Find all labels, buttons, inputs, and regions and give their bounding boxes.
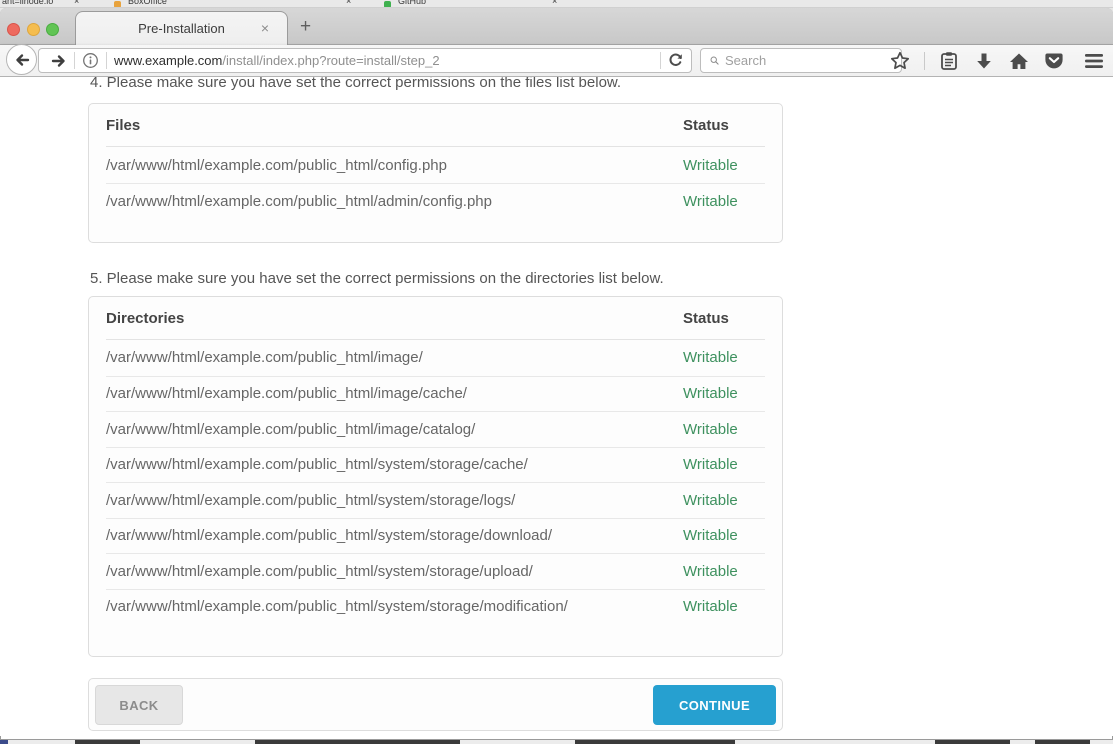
files-table-header: Files Status — [106, 104, 765, 147]
files-table-rows: /var/www/html/example.com/public_html/co… — [106, 147, 765, 219]
divider — [106, 52, 107, 69]
status-column-header: Status — [683, 117, 765, 134]
background-window-bottom-sliver — [0, 740, 1113, 744]
forward-icon — [51, 53, 67, 69]
table-row: /var/www/html/example.com/public_html/sy… — [106, 553, 765, 589]
background-window-top-sliver: ant=linode.lo × BoxOffice × GitHub × — [0, 0, 1113, 8]
background-tab-close-icon: × — [346, 0, 351, 6]
background-tab-close-icon: × — [552, 0, 557, 6]
directory-path: /var/www/html/example.com/public_html/sy… — [106, 492, 683, 509]
status-badge: Writable — [683, 385, 765, 402]
continue-button[interactable]: CONTINUE — [653, 685, 776, 725]
background-tab-favicon — [114, 1, 121, 8]
background-tab-fragment: GitHub — [398, 0, 426, 6]
tab-title: Pre-Installation — [138, 21, 225, 36]
action-button-panel: BACK CONTINUE — [88, 678, 783, 731]
forward-button[interactable] — [51, 53, 67, 69]
table-row: /var/www/html/example.com/public_html/co… — [106, 147, 765, 183]
divider — [660, 52, 661, 69]
window-zoom-button[interactable] — [46, 23, 59, 36]
status-badge: Writable — [683, 563, 765, 580]
bookmark-star-button[interactable] — [889, 50, 911, 72]
status-badge: Writable — [683, 157, 765, 174]
window-minimize-button[interactable] — [27, 23, 40, 36]
table-row: /var/www/html/example.com/public_html/sy… — [106, 482, 765, 518]
background-tab-fragment: BoxOffice — [128, 0, 167, 6]
toolbar-icon-group — [889, 45, 1105, 77]
reading-list-icon — [940, 51, 958, 71]
back-button[interactable] — [6, 44, 37, 75]
back-step-button[interactable]: BACK — [95, 685, 183, 725]
status-badge: Writable — [683, 598, 765, 615]
reload-icon — [668, 53, 683, 68]
status-column-header: Status — [683, 310, 765, 327]
status-badge: Writable — [683, 193, 765, 210]
page-content: 4. Please make sure you have set the cor… — [0, 77, 1113, 736]
bookmark-star-icon — [890, 51, 910, 71]
directory-path: /var/www/html/example.com/public_html/im… — [106, 349, 683, 366]
directory-path: /var/www/html/example.com/public_html/sy… — [106, 598, 683, 615]
step4-instruction: 4. Please make sure you have set the cor… — [90, 77, 621, 91]
menu-button[interactable] — [1083, 50, 1105, 72]
file-path: /var/www/html/example.com/public_html/ad… — [106, 193, 683, 210]
status-badge: Writable — [683, 527, 765, 544]
search-icon — [710, 53, 719, 68]
table-row: /var/www/html/example.com/public_html/sy… — [106, 447, 765, 483]
screenshot-root: ant=linode.lo × BoxOffice × GitHub × Pre… — [0, 0, 1113, 744]
directory-path: /var/www/html/example.com/public_html/im… — [106, 385, 683, 402]
home-icon — [1009, 52, 1029, 70]
url-domain: www.example.com — [114, 53, 222, 68]
directories-table-header: Directories Status — [106, 297, 765, 340]
files-table: Files Status /var/www/html/example.com/p… — [88, 103, 783, 243]
directory-path: /var/www/html/example.com/public_html/im… — [106, 421, 683, 438]
back-icon — [14, 52, 30, 68]
tab-pre-installation[interactable]: Pre-Installation × — [75, 11, 288, 45]
directories-column-header: Directories — [106, 310, 683, 327]
file-path: /var/www/html/example.com/public_html/co… — [106, 157, 683, 174]
search-input[interactable] — [725, 53, 901, 68]
menu-icon — [1084, 53, 1104, 69]
table-row: /var/www/html/example.com/public_html/im… — [106, 376, 765, 412]
status-badge: Writable — [683, 456, 765, 473]
navigation-toolbar: www.example.com/install/index.php?route=… — [0, 45, 1113, 77]
download-icon — [975, 52, 993, 71]
status-badge: Writable — [683, 492, 765, 509]
step5-instruction: 5. Please make sure you have set the cor… — [90, 270, 664, 287]
browser-window: Pre-Installation × + — [0, 8, 1113, 740]
directories-table-rows: /var/www/html/example.com/public_html/im… — [106, 340, 765, 624]
url-bar[interactable]: www.example.com/install/index.php?route=… — [38, 48, 692, 73]
background-tab-close-icon: × — [74, 0, 79, 6]
directory-path: /var/www/html/example.com/public_html/sy… — [106, 563, 683, 580]
table-row: /var/www/html/example.com/public_html/sy… — [106, 589, 765, 625]
directory-path: /var/www/html/example.com/public_html/sy… — [106, 527, 683, 544]
background-tab-favicon — [384, 1, 391, 8]
table-row: /var/www/html/example.com/public_html/im… — [106, 411, 765, 447]
tab-close-icon[interactable]: × — [261, 20, 269, 36]
search-bar[interactable] — [700, 48, 902, 73]
url-text[interactable]: www.example.com/install/index.php?route=… — [114, 53, 653, 68]
divider — [74, 52, 75, 69]
background-tab-fragment: ant=linode.lo — [2, 0, 53, 6]
tab-bar: Pre-Installation × + — [0, 8, 1113, 45]
url-path: /install/index.php?route=install/step_2 — [222, 53, 439, 68]
files-column-header: Files — [106, 117, 683, 134]
home-button[interactable] — [1008, 50, 1030, 72]
new-tab-button[interactable]: + — [300, 16, 311, 38]
table-row: /var/www/html/example.com/public_html/sy… — [106, 518, 765, 554]
status-badge: Writable — [683, 349, 765, 366]
reload-button[interactable] — [668, 53, 683, 68]
status-badge: Writable — [683, 421, 765, 438]
download-button[interactable] — [973, 50, 995, 72]
pocket-icon — [1044, 51, 1064, 71]
reading-list-button[interactable] — [938, 50, 960, 72]
info-icon[interactable] — [82, 52, 99, 69]
divider — [924, 52, 925, 70]
table-row: /var/www/html/example.com/public_html/ad… — [106, 183, 765, 219]
window-close-button[interactable] — [7, 23, 20, 36]
pocket-button[interactable] — [1043, 50, 1065, 72]
table-row: /var/www/html/example.com/public_html/im… — [106, 340, 765, 376]
directories-table: Directories Status /var/www/html/example… — [88, 296, 783, 657]
directory-path: /var/www/html/example.com/public_html/sy… — [106, 456, 683, 473]
